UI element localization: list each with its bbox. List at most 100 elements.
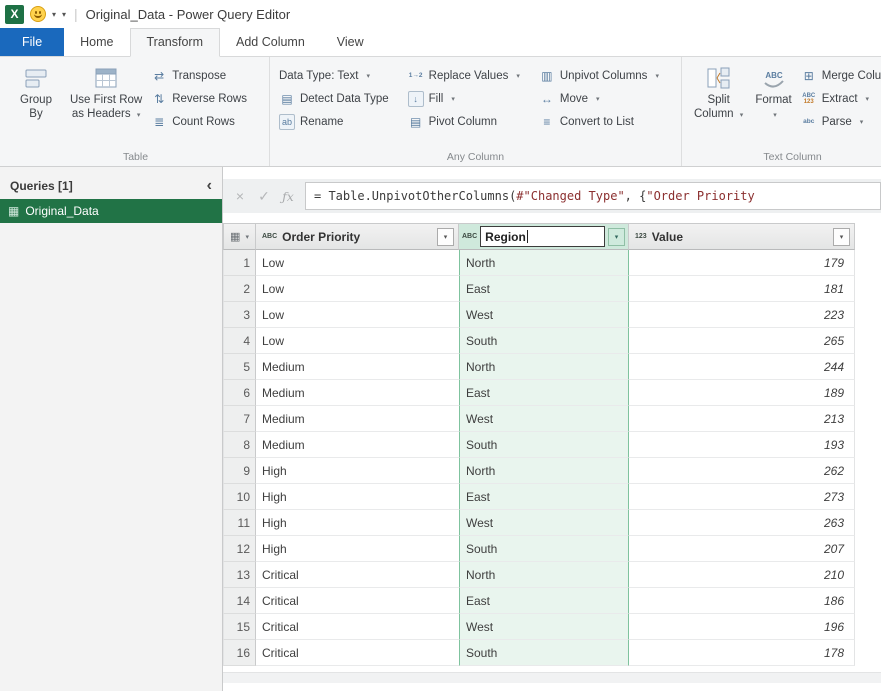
row-number[interactable]: 4	[223, 328, 256, 354]
row-number[interactable]: 14	[223, 588, 256, 614]
cell-region[interactable]: West	[459, 614, 629, 640]
cell-order-priority[interactable]: High	[256, 536, 459, 562]
region-rename-input[interactable]: Region	[480, 226, 605, 247]
row-number[interactable]: 11	[223, 510, 256, 536]
cell-region[interactable]: West	[459, 510, 629, 536]
unpivot-columns-button[interactable]: ▥ Unpivot Columns ▾	[536, 64, 667, 87]
cell-value[interactable]: 262	[629, 458, 855, 484]
tab-file[interactable]: File	[0, 28, 65, 56]
cell-region[interactable]: East	[459, 588, 629, 614]
order-priority-filter-button[interactable]: ▾	[437, 227, 454, 246]
tab-add-column[interactable]: Add Column	[220, 28, 321, 56]
check-icon[interactable]: ✓	[253, 188, 275, 205]
reverse-rows-button[interactable]: ⇅ Reverse Rows	[148, 87, 255, 110]
cell-value[interactable]: 181	[629, 276, 855, 302]
cell-value[interactable]: 186	[629, 588, 855, 614]
cell-region[interactable]: East	[459, 276, 629, 302]
row-number[interactable]: 15	[223, 614, 256, 640]
cell-region[interactable]: South	[459, 328, 629, 354]
cell-region[interactable]: West	[459, 302, 629, 328]
cell-region[interactable]: South	[459, 536, 629, 562]
cell-value[interactable]: 265	[629, 328, 855, 354]
column-header-region[interactable]: ABC Region ▾	[459, 223, 629, 250]
move-button[interactable]: ↔ Move ▾	[536, 87, 667, 110]
cell-order-priority[interactable]: Critical	[256, 640, 459, 666]
convert-to-list-button[interactable]: ≡ Convert to List	[536, 110, 667, 133]
cell-order-priority[interactable]: Critical	[256, 562, 459, 588]
cell-order-priority[interactable]: Medium	[256, 432, 459, 458]
row-number[interactable]: 7	[223, 406, 256, 432]
cell-value[interactable]: 263	[629, 510, 855, 536]
use-first-row-button[interactable]: Use First Row as Headers ▾	[64, 60, 148, 124]
cell-value[interactable]: 210	[629, 562, 855, 588]
row-number[interactable]: 10	[223, 484, 256, 510]
cell-value[interactable]: 223	[629, 302, 855, 328]
cell-order-priority[interactable]: Critical	[256, 588, 459, 614]
row-number[interactable]: 5	[223, 354, 256, 380]
row-number[interactable]: 6	[223, 380, 256, 406]
transpose-button[interactable]: ⇄ Transpose	[148, 64, 255, 87]
column-header-order-priority[interactable]: ABC Order Priority ▾	[256, 223, 459, 250]
pivot-column-button[interactable]: ▤ Pivot Column	[405, 110, 528, 133]
cell-region[interactable]: North	[459, 458, 629, 484]
cell-value[interactable]: 273	[629, 484, 855, 510]
row-number[interactable]: 16	[223, 640, 256, 666]
replace-values-button[interactable]: 1→2 Replace Values ▾	[405, 64, 528, 87]
cell-region[interactable]: South	[459, 640, 629, 666]
cell-region[interactable]: North	[459, 250, 629, 276]
tab-transform[interactable]: Transform	[129, 28, 220, 57]
row-number[interactable]: 12	[223, 536, 256, 562]
formula-input[interactable]: = Table.UnpivotOtherColumns(#"Changed Ty…	[305, 182, 881, 210]
cell-order-priority[interactable]: High	[256, 484, 459, 510]
cell-value[interactable]: 178	[629, 640, 855, 666]
format-button[interactable]: ABC Format ▾	[749, 60, 797, 124]
cell-order-priority[interactable]: High	[256, 510, 459, 536]
cell-order-priority[interactable]: Low	[256, 328, 459, 354]
cell-region[interactable]: North	[459, 562, 629, 588]
column-header-value[interactable]: 123 Value ▾	[629, 223, 855, 250]
cell-value[interactable]: 196	[629, 614, 855, 640]
fill-button[interactable]: ↓ Fill ▾	[405, 87, 528, 110]
query-item-original-data[interactable]: ▦ Original_Data	[0, 199, 222, 223]
cell-order-priority[interactable]: Low	[256, 250, 459, 276]
row-number[interactable]: 8	[223, 432, 256, 458]
cell-region[interactable]: North	[459, 354, 629, 380]
cell-order-priority[interactable]: Low	[256, 276, 459, 302]
cell-region[interactable]: East	[459, 484, 629, 510]
cell-order-priority[interactable]: High	[256, 458, 459, 484]
fx-icon[interactable]: ƒx	[277, 189, 299, 204]
cell-order-priority[interactable]: Critical	[256, 614, 459, 640]
group-by-button[interactable]: Group By	[8, 60, 64, 124]
row-number[interactable]: 13	[223, 562, 256, 588]
cell-order-priority[interactable]: Medium	[256, 380, 459, 406]
table-select-all-button[interactable]: ▦ ▾	[223, 223, 256, 250]
cell-order-priority[interactable]: Medium	[256, 406, 459, 432]
cell-value[interactable]: 179	[629, 250, 855, 276]
split-column-button[interactable]: Split Column ▾	[688, 60, 749, 124]
data-type-button[interactable]: Data Type: Text ▾	[276, 64, 397, 87]
row-number[interactable]: 3	[223, 302, 256, 328]
detect-data-type-button[interactable]: ▤ Detect Data Type	[276, 87, 397, 110]
value-filter-button[interactable]: ▾	[833, 227, 850, 246]
cell-order-priority[interactable]: Medium	[256, 354, 459, 380]
region-filter-button[interactable]: ▾	[608, 227, 625, 246]
smiley-feedback-icon[interactable]	[30, 6, 46, 22]
cell-value[interactable]: 207	[629, 536, 855, 562]
smiley-dropdown-caret-icon[interactable]: ▾	[52, 10, 56, 19]
merge-columns-button[interactable]: ⊞ Merge Colu	[798, 64, 881, 87]
collapse-panel-icon[interactable]: ‹	[207, 178, 212, 194]
cell-order-priority[interactable]: Low	[256, 302, 459, 328]
extract-button[interactable]: ABC 123 Extract ▾	[798, 87, 881, 110]
quick-access-dropdown-caret-icon[interactable]: ▾	[62, 10, 66, 19]
cell-value[interactable]: 193	[629, 432, 855, 458]
cell-value[interactable]: 189	[629, 380, 855, 406]
parse-button[interactable]: abc Parse ▾	[798, 110, 881, 133]
rename-button[interactable]: ab Rename	[276, 110, 397, 133]
row-number[interactable]: 9	[223, 458, 256, 484]
cell-region[interactable]: South	[459, 432, 629, 458]
cell-value[interactable]: 244	[629, 354, 855, 380]
count-rows-button[interactable]: ≣ Count Rows	[148, 110, 255, 133]
cell-value[interactable]: 213	[629, 406, 855, 432]
horizontal-scrollbar[interactable]	[223, 672, 881, 683]
row-number[interactable]: 1	[223, 250, 256, 276]
